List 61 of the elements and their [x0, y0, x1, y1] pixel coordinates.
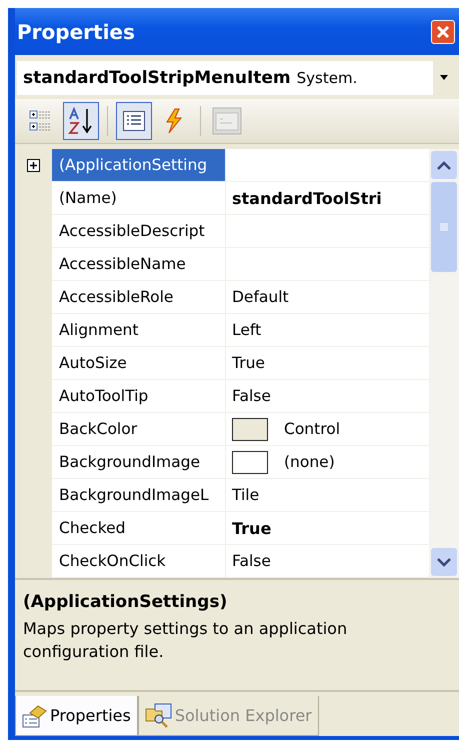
property-name[interactable]: BackgroundImage [52, 446, 226, 480]
value-cell[interactable]: Left [226, 314, 429, 348]
close-icon [435, 24, 451, 40]
plus-icon [27, 159, 40, 172]
property-value[interactable]: standardToolStri [232, 188, 382, 208]
close-button[interactable] [431, 20, 455, 44]
value-cell[interactable]: Tile [226, 479, 429, 512]
property-name[interactable]: Checked [52, 512, 226, 546]
chevron-up-icon [437, 160, 451, 170]
property-name[interactable]: BackColor [52, 413, 226, 446]
property-value[interactable]: True [232, 354, 265, 372]
property-value[interactable]: True [232, 518, 272, 538]
caret-icon [439, 75, 449, 82]
property-value[interactable]: Tile [232, 486, 260, 504]
property-value[interactable]: False [232, 552, 271, 570]
object-type: System. [296, 69, 358, 88]
property-value[interactable]: Left [232, 321, 262, 340]
panel-tab[interactable]: Properties [15, 696, 138, 736]
value-cell[interactable]: (none) [226, 446, 429, 480]
property-name[interactable]: AccessibleRole [52, 281, 226, 314]
sort-az-icon [68, 107, 94, 136]
property-name[interactable]: AccessibleDescript [52, 215, 226, 248]
value-cell[interactable]: False [226, 380, 429, 414]
object-dropdown[interactable]: standardToolStripMenuItem System. [17, 61, 455, 96]
property-name[interactable]: AutoSize [52, 347, 226, 380]
property-value[interactable]: (none) [284, 453, 335, 472]
scrollbar[interactable] [429, 149, 459, 578]
object-name: standardToolStripMenuItem [23, 68, 291, 88]
value-cell[interactable]: True [226, 512, 429, 546]
properties-button[interactable] [116, 102, 152, 140]
property-name[interactable]: CheckOnClick [52, 545, 226, 578]
value-cell[interactable] [226, 149, 429, 182]
property-list-icon [122, 110, 146, 132]
value-cell[interactable]: True [226, 347, 429, 380]
property-name[interactable]: (ApplicationSetting [52, 149, 226, 182]
description-text: Maps property settings to an application configuration file. [23, 618, 348, 663]
property-name[interactable]: BackgroundImageL [52, 479, 226, 512]
value-cell[interactable]: Default [226, 281, 429, 314]
property-name[interactable]: AutoToolTip [52, 380, 226, 414]
value-cell[interactable]: False [226, 545, 429, 578]
property-value[interactable]: Default [232, 288, 289, 306]
lightning-icon [165, 108, 183, 134]
property-name[interactable]: AccessibleName [52, 248, 226, 282]
property-pages-icon [212, 107, 242, 136]
property-name[interactable]: Alignment [52, 314, 226, 348]
scroll-up-button[interactable] [431, 151, 457, 180]
scroll-down-button[interactable] [431, 548, 457, 576]
window-title: Properties [17, 20, 135, 44]
description-title: (ApplicationSettings) [23, 592, 228, 612]
property-value[interactable]: False [232, 387, 271, 406]
properties-icon [22, 704, 48, 728]
value-cell[interactable]: standardToolStri [226, 182, 429, 216]
property-value[interactable]: Control [284, 420, 340, 438]
property-name[interactable]: (Name) [52, 182, 226, 216]
expand-button[interactable] [27, 159, 40, 172]
chevron-down-icon [437, 558, 451, 567]
value-cell[interactable]: Control [226, 413, 429, 446]
folder-search-icon [144, 702, 173, 728]
grip-icon [440, 223, 448, 232]
alphabetical-button[interactable] [63, 102, 99, 140]
scroll-thumb[interactable] [431, 182, 457, 272]
